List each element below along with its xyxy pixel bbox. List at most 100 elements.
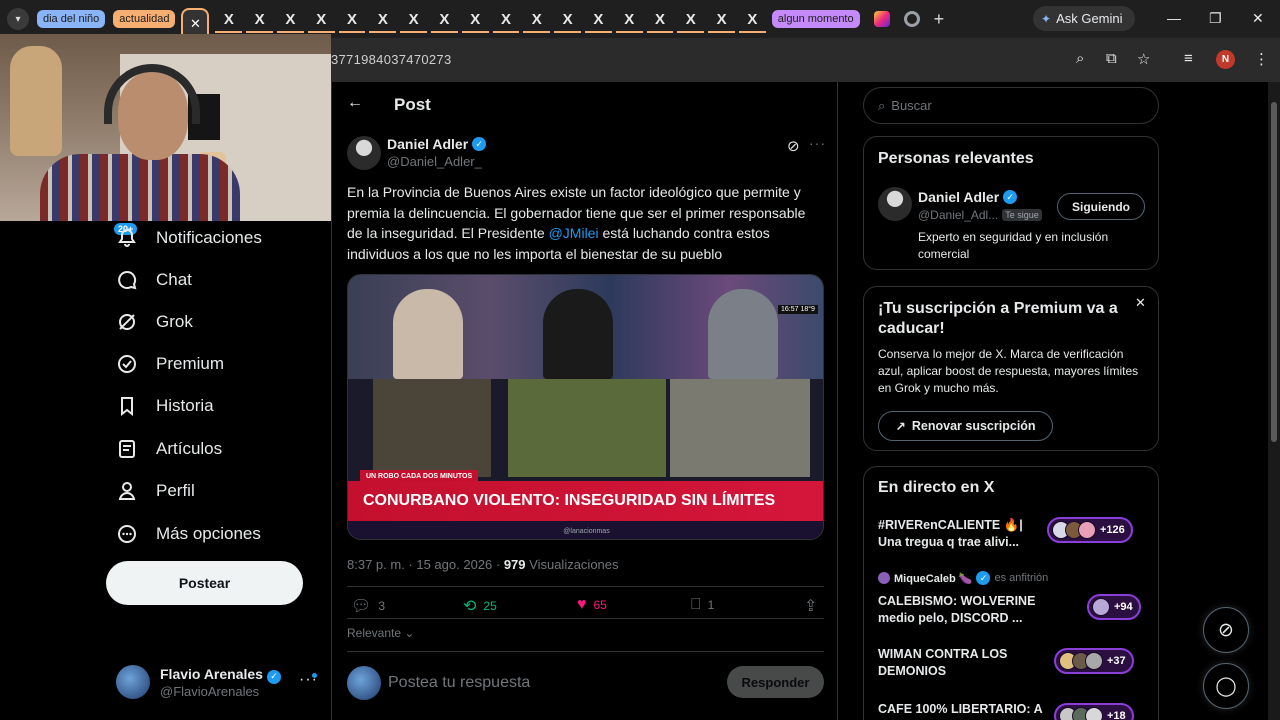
url-field[interactable]: 3771984037470273 xyxy=(331,52,451,67)
mention-link[interactable]: @JMilei xyxy=(549,225,599,241)
nav-item-notificaciones[interactable]: Notificaciones xyxy=(116,221,262,255)
back-arrow-icon[interactable]: ← xyxy=(347,94,363,112)
arrow-icon: ↗ xyxy=(895,419,906,434)
nav-item-grok[interactable]: Grok xyxy=(116,305,193,339)
tab-group-actualidad[interactable]: actualidad xyxy=(113,10,176,28)
live-pill[interactable]: +126 xyxy=(1047,517,1133,543)
avatar[interactable] xyxy=(878,187,912,221)
instagram-tab-icon[interactable] xyxy=(873,11,890,27)
author-avatar[interactable] xyxy=(347,136,381,170)
x-tab[interactable]: X xyxy=(737,5,768,33)
search-input[interactable]: ⌕ Buscar xyxy=(863,87,1159,124)
x-tab[interactable]: X xyxy=(367,5,398,33)
x-tab[interactable]: X xyxy=(706,5,737,33)
tab-search-icon[interactable]: ▾ xyxy=(7,8,29,30)
grok-fab-icon[interactable]: ⊘ xyxy=(1203,607,1249,653)
divider xyxy=(347,618,824,619)
page-scrollbar[interactable] xyxy=(1268,82,1280,720)
share-button[interactable]: ⇪ xyxy=(804,596,824,616)
x-tab[interactable]: X xyxy=(460,5,491,33)
nav-item-premium[interactable]: Premium xyxy=(116,347,224,381)
x-tab[interactable]: X xyxy=(337,5,368,33)
live-item-title[interactable]: CAFE 100% LIBERTARIO: A xyxy=(878,701,1053,718)
install-app-icon[interactable]: ⧉ xyxy=(1106,50,1117,67)
bookmark-button[interactable]: ⎕ 1 xyxy=(691,596,714,614)
x-tab[interactable]: X xyxy=(675,5,706,33)
x-tab[interactable]: X xyxy=(429,5,460,33)
live-item-title[interactable]: CALEBISMO: WOLVERINE medio pelo, DISCORD… xyxy=(878,593,1043,627)
scrollbar-thumb[interactable] xyxy=(1271,102,1277,442)
nav-item-historia[interactable]: Historia xyxy=(116,389,214,423)
grok-icon xyxy=(116,311,138,333)
live-pill[interactable]: +94 xyxy=(1087,594,1141,620)
following-button[interactable]: Siguiendo xyxy=(1057,193,1145,220)
x-tab[interactable]: X xyxy=(521,5,552,33)
live-count: +126 xyxy=(1100,524,1125,536)
post-media-video[interactable]: 16:57 18°9 UN ROBO CADA DOS MINUTOS CONU… xyxy=(347,274,824,540)
live-item-title[interactable]: #RIVERenCALIENTE 🔥| Una tregua q trae al… xyxy=(878,517,1043,551)
repost-button[interactable]: ⟲ 25 xyxy=(463,596,497,616)
post-more-icon[interactable]: ··· xyxy=(809,135,826,151)
reply-input[interactable]: Postea tu respuesta xyxy=(388,674,530,692)
maximize-icon[interactable]: ❐ xyxy=(1209,10,1222,27)
live-title: En directo en X xyxy=(878,479,995,496)
window-close-icon[interactable]: ✕ xyxy=(1252,10,1264,27)
x-tabs: XXXXXXXXXXXXXXXXXX xyxy=(213,5,767,33)
x-tab[interactable]: X xyxy=(306,5,337,33)
nav-item-chat[interactable]: Chat xyxy=(116,263,192,297)
nav-label: Premium xyxy=(156,354,225,373)
x-tab[interactable]: X xyxy=(552,5,583,33)
nav-item-mas-opciones[interactable]: Más opciones xyxy=(116,517,261,551)
tab-group-algun-momento[interactable]: algun momento xyxy=(771,10,860,28)
x-tab[interactable]: X xyxy=(645,5,676,33)
x-tab[interactable]: X xyxy=(398,5,429,33)
x-tab[interactable]: X xyxy=(491,5,522,33)
avatar[interactable] xyxy=(116,665,150,699)
reading-list-icon[interactable]: ≡ xyxy=(1184,50,1193,67)
profile-avatar[interactable]: N xyxy=(1216,50,1235,69)
account-name[interactable]: Flavio Arenales ✓ xyxy=(160,666,281,684)
grok-explain-icon[interactable]: ⊘ xyxy=(787,137,800,155)
x-tab[interactable]: X xyxy=(583,5,614,33)
media-cam-2 xyxy=(508,379,666,477)
media-clock: 16:57 18°9 xyxy=(778,305,818,314)
nav-label: Notificaciones xyxy=(156,228,262,247)
like-button[interactable]: ♥ 65 xyxy=(577,596,607,614)
author-name[interactable]: Daniel Adler ✓ xyxy=(387,136,487,152)
post-button[interactable]: Postear xyxy=(106,561,303,605)
x-tab[interactable]: X xyxy=(213,5,244,33)
x-tab[interactable]: X xyxy=(614,5,645,33)
live-card: En directo en X #RIVERenCALIENTE 🔥| Una … xyxy=(863,466,1159,720)
relevant-person-handle: @Daniel_Adl... Te sigue xyxy=(918,208,1042,222)
new-tab-button[interactable]: + xyxy=(934,9,945,30)
nav-item-perfil[interactable]: Perfil xyxy=(116,474,195,508)
nav-item-articulos[interactable]: Artículos xyxy=(116,432,222,466)
live-pill[interactable]: +18 xyxy=(1054,703,1134,720)
reply-submit-button[interactable]: Responder xyxy=(727,666,824,698)
live-item-title[interactable]: WIMAN CONTRA LOS DEMONIOS xyxy=(878,646,1043,680)
live-pill[interactable]: +37 xyxy=(1054,648,1134,674)
divider xyxy=(347,586,824,587)
tab-group-dia-del-nino[interactable]: dia del niño xyxy=(37,10,106,28)
reply-button[interactable]: 💬︎ 3 xyxy=(351,596,385,616)
messages-fab-icon[interactable]: ◯ xyxy=(1203,663,1249,709)
renew-subscription-button[interactable]: ↗ Renovar suscripción xyxy=(878,411,1053,441)
x-tab[interactable]: X xyxy=(244,5,275,33)
x-tab[interactable]: X xyxy=(275,5,306,33)
ask-gemini-button[interactable]: ✦ Ask Gemini xyxy=(1033,6,1135,31)
relevant-person-name[interactable]: Daniel Adler ✓ xyxy=(918,189,1018,205)
bookmark-star-icon[interactable]: ☆ xyxy=(1137,50,1150,68)
chevron-down-icon: ⌄ xyxy=(401,626,415,640)
zoom-icon[interactable]: ⌕ xyxy=(1076,50,1084,67)
author-handle[interactable]: @Daniel_Adler_ xyxy=(387,154,482,169)
main-column: ← Post Daniel Adler ✓ @Daniel_Adler_ ⊘ ··… xyxy=(331,82,838,720)
chrome-tab-icon[interactable] xyxy=(903,11,920,27)
close-icon[interactable]: ✕ xyxy=(1135,295,1146,311)
heart-icon: ♥ xyxy=(577,596,587,613)
browser-menu-icon[interactable]: ⋮ xyxy=(1254,50,1269,68)
minimize-icon[interactable]: — xyxy=(1167,10,1181,26)
relevant-people-card: Personas relevantes Daniel Adler ✓ @Danie… xyxy=(863,136,1159,270)
sort-dropdown[interactable]: Relevante ⌄ xyxy=(347,626,414,640)
account-name-text: Flavio Arenales xyxy=(160,666,263,682)
nav-label: Chat xyxy=(156,270,192,289)
